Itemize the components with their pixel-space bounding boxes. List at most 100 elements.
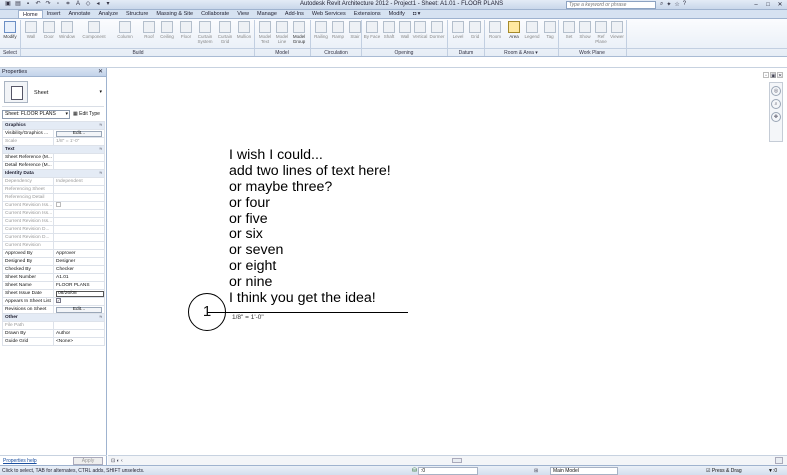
- print-icon[interactable]: ▫: [54, 1, 62, 8]
- group-identity-data[interactable]: Identity Data ≈: [2, 169, 105, 178]
- group-text[interactable]: Text ≈: [2, 145, 105, 154]
- undo-icon[interactable]: ↶: [34, 1, 42, 8]
- edit-type-button[interactable]: Edit Type: [73, 110, 100, 119]
- close-icon[interactable]: ✕: [98, 68, 103, 77]
- tab-massing-site[interactable]: Massing & Site: [152, 10, 197, 18]
- type-selector[interactable]: Sheet ▾: [2, 81, 104, 107]
- restore-icon[interactable]: ▫: [763, 72, 769, 79]
- horizontal-scrollbar[interactable]: [452, 458, 462, 463]
- press-drag-toggle[interactable]: Press & Drag: [706, 468, 742, 474]
- panel-select[interactable]: Select: [2, 50, 18, 56]
- collapse-icon[interactable]: ≈: [99, 147, 102, 153]
- curtain-system-button[interactable]: Curtain System: [196, 21, 214, 48]
- viewer-button[interactable]: Viewer: [608, 21, 626, 48]
- model-text-button[interactable]: Model Text: [256, 21, 274, 48]
- tab-annotate[interactable]: Annotate: [64, 10, 94, 18]
- instance-selector[interactable]: Sheet: FLOOR PLANS: [2, 110, 70, 119]
- apply-button[interactable]: Apply: [73, 457, 103, 465]
- room-button[interactable]: Room: [486, 21, 504, 48]
- design-options-icon[interactable]: ⊞: [534, 468, 538, 474]
- properties-help-link[interactable]: Properties help: [3, 458, 37, 464]
- tab-home[interactable]: Home: [18, 10, 43, 18]
- collapse-icon[interactable]: ≈: [99, 315, 102, 321]
- help-search-input[interactable]: Type a keyword or phrase: [566, 1, 656, 9]
- tab-web-services[interactable]: Web Services: [308, 10, 350, 18]
- zoom-icon[interactable]: ⌕: [771, 99, 781, 109]
- pan-icon[interactable]: ✥: [771, 112, 781, 122]
- tab-manage[interactable]: Manage: [253, 10, 281, 18]
- sheet-issue-date-input[interactable]: 08/26/08: [56, 291, 104, 297]
- revisions-edit-button[interactable]: Edit...: [56, 307, 102, 313]
- view-control-icons[interactable]: ⊡ ◐ ‹: [111, 458, 123, 464]
- tile-icon[interactable]: ▣: [770, 72, 776, 79]
- worksets-field[interactable]: :0: [418, 467, 478, 475]
- redo-icon[interactable]: ↷: [44, 1, 52, 8]
- wall-button[interactable]: Wall: [22, 21, 40, 48]
- open-icon[interactable]: ▤: [14, 1, 22, 8]
- model-line-button[interactable]: Model Line: [273, 21, 291, 48]
- app-menu-icon[interactable]: ▣: [4, 1, 12, 8]
- column-button[interactable]: Column: [116, 21, 134, 48]
- binoculars-icon[interactable]: ⌕: [660, 1, 663, 8]
- close-icon[interactable]: ✕: [775, 1, 785, 9]
- group-other[interactable]: Other ≈: [2, 313, 105, 322]
- filter-count[interactable]: ▼:0: [768, 468, 777, 474]
- qat-dropdown-icon[interactable]: ▾: [104, 1, 112, 8]
- curtain-grid-button[interactable]: Curtain Grid: [216, 21, 234, 48]
- model-line-icon: [276, 21, 288, 33]
- minimize-icon[interactable]: –: [751, 1, 761, 9]
- component-button[interactable]: Component: [80, 21, 108, 48]
- drawing-area[interactable]: ▫ ▣ ✕ ◎ ⌕ ✥ I wish I could... add two li…: [108, 68, 787, 455]
- tab-add-ins[interactable]: Add-Ins: [281, 10, 308, 18]
- save-icon[interactable]: ▪: [24, 1, 32, 8]
- tab-structure[interactable]: Structure: [122, 10, 152, 18]
- tag-button[interactable]: Tag: [541, 21, 559, 48]
- chevron-down-icon[interactable]: ▾: [99, 89, 102, 95]
- tab-analyze[interactable]: Analyze: [94, 10, 122, 18]
- tab-collaborate[interactable]: Collaborate: [197, 10, 233, 18]
- door-button[interactable]: Door: [40, 21, 58, 48]
- mullion-button[interactable]: Mullion: [235, 21, 253, 48]
- tab-modify[interactable]: Modify: [385, 10, 409, 18]
- grid-button[interactable]: Grid: [466, 21, 484, 48]
- modify-button[interactable]: Modify: [1, 21, 19, 48]
- floor-button[interactable]: Floor: [177, 21, 195, 48]
- level-button[interactable]: Level: [449, 21, 467, 48]
- railing-button[interactable]: Railing: [312, 21, 330, 48]
- window-button[interactable]: Window: [58, 21, 76, 48]
- subscription-icon[interactable]: ✦: [666, 1, 671, 8]
- dormer-button[interactable]: Dormer: [428, 21, 446, 48]
- design-option-select[interactable]: Main Model: [550, 467, 618, 475]
- steering-wheel-icon[interactable]: ◎: [771, 86, 781, 96]
- close-icon[interactable]: ✕: [777, 72, 783, 79]
- area-button[interactable]: Area: [505, 21, 523, 48]
- collapse-icon[interactable]: ≈: [99, 123, 102, 129]
- maximize-icon[interactable]: □: [763, 1, 773, 9]
- panel-room-area[interactable]: Room & Area ▾: [496, 50, 546, 56]
- tab-view[interactable]: View: [233, 10, 253, 18]
- tab-extensions[interactable]: Extensions: [350, 10, 385, 18]
- sheet-text-note[interactable]: I wish I could... add two lines of text …: [229, 147, 391, 307]
- appears-in-sheet-list-checkbox[interactable]: ✓: [56, 298, 61, 304]
- ceiling-button[interactable]: Ceiling: [158, 21, 176, 48]
- collapse-icon[interactable]: ≈: [99, 171, 102, 177]
- worksets-icon[interactable]: ⛁: [412, 467, 417, 474]
- help-icon[interactable]: ?: [683, 1, 686, 8]
- model-group-button[interactable]: Model Group: [290, 21, 308, 48]
- ramp-button[interactable]: Ramp: [329, 21, 347, 48]
- by-face-button[interactable]: By Face: [363, 21, 381, 48]
- group-graphics[interactable]: Graphics ≈: [2, 121, 105, 130]
- 3d-view-icon[interactable]: ◇: [84, 1, 92, 8]
- section-icon[interactable]: ◂: [94, 1, 102, 8]
- roof-button[interactable]: Roof: [140, 21, 158, 48]
- tab-insert[interactable]: Insert: [43, 10, 65, 18]
- status-message: Click to select, TAB for alternates, CTR…: [2, 468, 145, 474]
- communication-icon[interactable]: ☆: [674, 1, 679, 8]
- ribbon-minimize-toggle[interactable]: ◘ ▾: [409, 10, 425, 18]
- scroll-right-button[interactable]: [775, 457, 783, 464]
- vertical-button[interactable]: Vertical: [411, 21, 429, 48]
- measure-icon[interactable]: ⌗: [64, 1, 72, 8]
- legend-button[interactable]: Legend: [523, 21, 541, 48]
- text-icon[interactable]: A: [74, 1, 82, 8]
- visibility-edit-button[interactable]: Edit...: [56, 131, 102, 137]
